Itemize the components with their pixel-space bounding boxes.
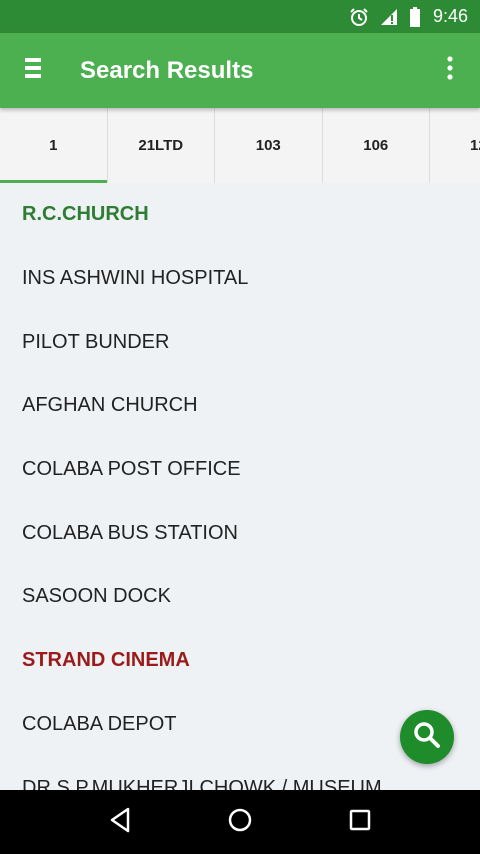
back-icon: [108, 807, 132, 838]
app-bar: Search Results: [0, 33, 480, 108]
tab-route-1[interactable]: 1: [0, 108, 108, 183]
status-time: 9:46: [432, 6, 468, 26]
search-fab-button[interactable]: [400, 710, 454, 764]
route-tabs: 1 21LTD 103 106 12: [0, 108, 480, 183]
recents-button[interactable]: [330, 790, 390, 854]
tab-route-12[interactable]: 12: [430, 108, 480, 183]
system-nav-bar: [0, 790, 480, 854]
alarm-icon: [349, 7, 369, 27]
list-item[interactable]: PILOT BUNDER: [0, 310, 480, 374]
page-title: Search Results: [80, 56, 254, 84]
list-item[interactable]: SASOON DOCK: [0, 565, 480, 629]
list-item[interactable]: COLABA POST OFFICE: [0, 438, 480, 502]
list-item[interactable]: STRAND CINEMA: [0, 629, 480, 693]
more-vertical-icon: [446, 56, 454, 85]
status-bar: 9:46: [0, 0, 480, 33]
list-item[interactable]: R.C.CHURCH: [0, 183, 480, 247]
search-icon: [412, 720, 442, 755]
home-icon: [227, 807, 253, 838]
battery-icon: [409, 6, 421, 27]
menu-button[interactable]: [0, 33, 66, 108]
home-button[interactable]: [210, 790, 270, 854]
list-item[interactable]: INS ASHWINI HOSPITAL: [0, 247, 480, 311]
list-item[interactable]: DR.S.P.MUKHERJI CHOWK / MUSEUM: [0, 756, 480, 790]
tab-route-103[interactable]: 103: [215, 108, 323, 183]
tab-route-106[interactable]: 106: [323, 108, 430, 183]
hamburger-menu-icon: [25, 57, 41, 84]
more-options-button[interactable]: [420, 33, 480, 108]
signal-icon: [379, 7, 399, 27]
recents-icon: [348, 808, 372, 837]
list-item[interactable]: COLABA BUS STATION: [0, 501, 480, 565]
tab-route-21ltd[interactable]: 21LTD: [108, 108, 215, 183]
stops-list: R.C.CHURCH INS ASHWINI HOSPITAL PILOT BU…: [0, 183, 480, 790]
list-item[interactable]: AFGHAN CHURCH: [0, 374, 480, 438]
back-button[interactable]: [90, 790, 150, 854]
